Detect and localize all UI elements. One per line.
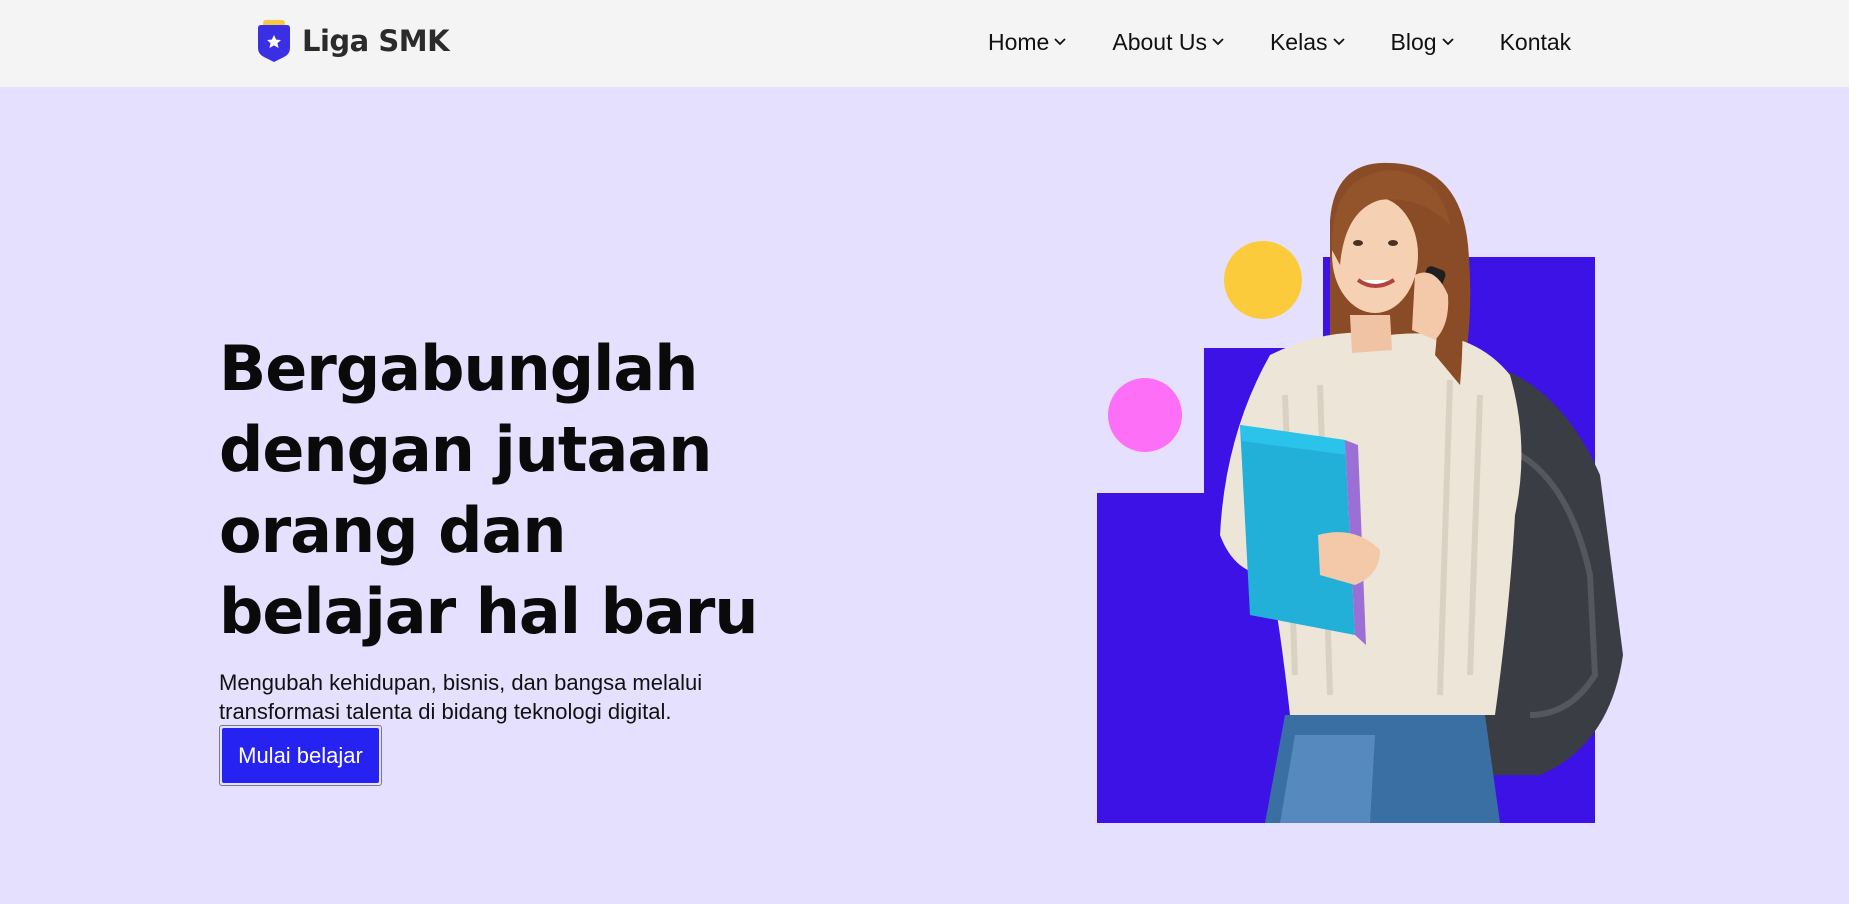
nav-kontak[interactable]: Kontak [1500,29,1572,56]
hero-title-line: Bergabunglah [219,332,698,405]
hero-subtitle: Mengubah kehidupan, bisnis, dan bangsa m… [219,668,759,726]
start-learning-button[interactable]: Mulai belajar [222,728,379,783]
nav-home-label: Home [988,28,1050,55]
nav-kelas[interactable]: Kelas [1270,29,1345,56]
chevron-down-icon [1054,38,1066,46]
shield-star-icon [258,20,290,62]
nav-blog[interactable]: Blog [1391,29,1454,56]
hero-title-line: orang dan [219,494,566,567]
hero-title-line: belajar hal baru [219,575,759,648]
cta-focus-ring: Mulai belajar [219,725,382,786]
chevron-down-icon [1441,38,1454,46]
nav-about-us-label: About Us [1112,28,1207,55]
hero-illustration [1097,162,1623,823]
chevron-down-icon [1212,38,1224,46]
main-nav: Home About Us Kelas Blog Kontak [988,24,1571,60]
nav-kelas-label: Kelas [1269,28,1328,55]
nav-kontak-label: Kontak [1499,28,1572,55]
brand-logo[interactable]: Liga SMK [254,18,450,64]
nav-about-us[interactable]: About Us [1112,29,1224,56]
hero-title: Bergabunglah dengan jutaan orang dan bel… [219,328,839,652]
brand-name: Liga SMK [302,24,450,58]
decor-circle-pink [1108,378,1182,452]
hero-subtitle-line: transformasi talenta di bidang teknologi… [219,699,672,724]
decor-circle-yellow [1224,241,1302,319]
navbar: Liga SMK Home About Us Kelas Blog Kontak [0,0,1849,87]
chevron-down-icon [1332,38,1345,46]
nav-home[interactable]: Home [988,29,1066,56]
nav-blog-label: Blog [1390,28,1437,55]
hero-title-line: dengan jutaan [219,413,712,486]
hero-subtitle-line: Mengubah kehidupan, bisnis, dan bangsa m… [219,670,703,695]
